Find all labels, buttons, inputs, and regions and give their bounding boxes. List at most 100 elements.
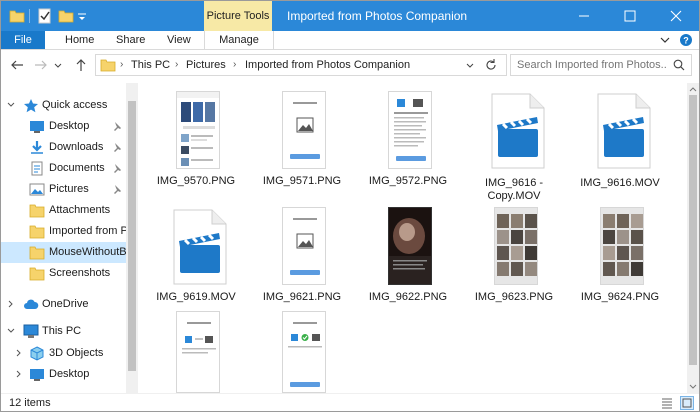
- chevron-right-icon[interactable]: [6, 299, 16, 312]
- status-bar: 12 items: [1, 393, 699, 411]
- breadcrumb-current-folder[interactable]: Imported from Photos Companion: [245, 55, 410, 75]
- pin-icon[interactable]: [112, 142, 122, 155]
- image-thumbnail: [282, 91, 326, 169]
- content-scrollbar[interactable]: [687, 83, 699, 393]
- folder-icon: [29, 224, 45, 239]
- help-icon[interactable]: ?: [679, 33, 693, 47]
- tab-file[interactable]: File: [1, 31, 45, 49]
- file-item[interactable]: IMG_9623.PNG: [461, 205, 567, 313]
- ribbon-tabs: File Home Share View Manage ?: [1, 31, 699, 50]
- tab-home[interactable]: Home: [65, 31, 94, 49]
- computer-icon: [23, 324, 39, 339]
- sidebar-item-pictures[interactable]: Pictures: [1, 179, 126, 200]
- address-dropdown-icon[interactable]: [464, 58, 476, 75]
- customize-toolbar-icon[interactable]: [77, 8, 87, 24]
- maximize-icon: [624, 10, 636, 22]
- properties-icon[interactable]: [37, 8, 53, 24]
- image-thumbnail: [176, 91, 220, 169]
- tab-manage[interactable]: Manage: [204, 31, 274, 49]
- search-input[interactable]: [517, 57, 667, 73]
- sidebar-item-imported[interactable]: Imported from P: [1, 221, 128, 242]
- sidebar-item-documents[interactable]: Documents: [1, 158, 126, 179]
- sidebar-item-label: Documents: [49, 162, 105, 174]
- folder-icon: [100, 58, 116, 75]
- chevron-down-icon[interactable]: [6, 326, 16, 339]
- tab-view[interactable]: View: [167, 31, 191, 49]
- scroll-up-icon[interactable]: [689, 85, 697, 93]
- file-item[interactable]: IMG_9571.PNG: [249, 89, 355, 197]
- file-list: IMG_9570.PNG IMG_9571.PNG IMG_9572.PNG I…: [141, 83, 687, 393]
- navigation-pane: Quick access Desktop Downloads Documents…: [1, 83, 138, 393]
- sidebar-item-quick-access[interactable]: Quick access: [1, 95, 126, 116]
- breadcrumb-pictures[interactable]: Pictures: [186, 55, 226, 75]
- star-icon: [23, 98, 39, 113]
- image-thumbnail: [388, 207, 432, 285]
- file-name: IMG_9624.PNG: [580, 291, 660, 303]
- file-item[interactable]: [249, 309, 355, 393]
- pin-icon[interactable]: [112, 163, 122, 176]
- refresh-icon[interactable]: [484, 58, 498, 75]
- maximize-button[interactable]: [607, 1, 653, 31]
- tab-share[interactable]: Share: [116, 31, 145, 49]
- large-icons-view-icon[interactable]: [680, 396, 694, 410]
- video-file-icon: [491, 93, 545, 169]
- file-item[interactable]: IMG_9616.MOV: [567, 89, 673, 197]
- documents-icon: [29, 161, 45, 176]
- sidebar-item-attachments[interactable]: Attachments: [1, 200, 126, 221]
- breadcrumb-this-pc[interactable]: This PC: [131, 55, 170, 75]
- details-view-icon[interactable]: [660, 396, 674, 410]
- minimize-button[interactable]: [561, 1, 607, 31]
- image-thumbnail: [282, 311, 326, 393]
- image-thumbnail: [600, 207, 644, 285]
- file-item[interactable]: IMG_9622.PNG: [355, 205, 461, 313]
- forward-button[interactable]: [33, 57, 49, 73]
- new-folder-icon[interactable]: [58, 8, 74, 24]
- file-item[interactable]: IMG_9570.PNG: [143, 89, 249, 197]
- recent-locations-button[interactable]: [53, 57, 63, 73]
- sidebar-item-label: Attachments: [49, 204, 111, 216]
- sidebar-item-label: This PC: [42, 325, 82, 337]
- file-item[interactable]: IMG_9621.PNG: [249, 205, 355, 313]
- sidebar-item-label: Downloads: [49, 141, 104, 153]
- chevron-down-icon[interactable]: [6, 100, 16, 113]
- download-icon: [29, 140, 45, 155]
- search-box[interactable]: [510, 54, 692, 76]
- sidebar-item-onedrive[interactable]: OneDrive: [1, 294, 126, 315]
- file-item[interactable]: IMG_9572.PNG: [355, 89, 461, 197]
- minimize-icon: [579, 15, 589, 17]
- file-item[interactable]: IMG_9616 - Copy.MOV: [461, 89, 567, 209]
- sidebar-item-label: Pictures: [49, 183, 89, 195]
- pin-icon[interactable]: [112, 121, 122, 134]
- sidebar-item-this-pc[interactable]: This PC: [1, 321, 126, 342]
- file-item[interactable]: IMG_9624.PNG: [567, 205, 673, 313]
- sidebar-item-desktop[interactable]: Desktop: [1, 116, 126, 137]
- up-button[interactable]: [73, 57, 89, 73]
- chevron-right-icon[interactable]: [14, 369, 24, 382]
- sidebar-item-3d-objects[interactable]: 3D Objects: [1, 343, 126, 364]
- file-name: IMG_9622.PNG: [368, 291, 448, 303]
- scrollbar-thumb[interactable]: [689, 95, 697, 365]
- image-thumbnail: [388, 91, 432, 169]
- sidebar-item-desktop-pc[interactable]: Desktop: [1, 364, 126, 385]
- pin-icon[interactable]: [112, 184, 122, 197]
- scrollbar-thumb[interactable]: [128, 101, 136, 371]
- breadcrumb-separator: ›: [175, 59, 179, 70]
- sidebar-item-mousewithoutborders[interactable]: MouseWithoutB: [1, 242, 127, 263]
- sidebar-item-label: OneDrive: [42, 298, 89, 310]
- sidebar-item-downloads[interactable]: Downloads: [1, 137, 126, 158]
- folder-icon: [9, 8, 25, 24]
- address-bar[interactable]: › This PC › Pictures › Imported from Pho…: [95, 54, 507, 76]
- back-button[interactable]: [9, 57, 25, 73]
- file-item[interactable]: IMG_9619.MOV: [143, 205, 249, 313]
- expand-ribbon-icon[interactable]: [658, 33, 672, 47]
- breadcrumb-separator: ›: [120, 59, 124, 70]
- chevron-right-icon[interactable]: [14, 348, 24, 361]
- navigation-bar: › This PC › Pictures › Imported from Pho…: [1, 50, 699, 80]
- scroll-down-icon[interactable]: [689, 383, 697, 391]
- search-icon[interactable]: [673, 59, 685, 74]
- sidebar-item-screenshots[interactable]: Screenshots: [1, 263, 126, 284]
- sidebar-scrollbar[interactable]: [126, 83, 138, 393]
- file-name: IMG_9619.MOV: [156, 291, 236, 303]
- file-item[interactable]: [143, 309, 249, 393]
- close-button[interactable]: [653, 1, 699, 31]
